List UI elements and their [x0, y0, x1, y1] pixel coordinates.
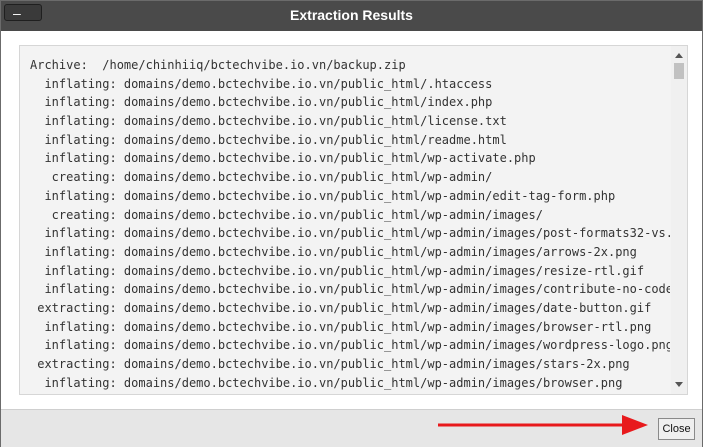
log-line: inflating: domains/demo.bctechvibe.io.vn… [30, 392, 670, 394]
log-line: creating: domains/demo.bctechvibe.io.vn/… [30, 170, 493, 185]
log-line: inflating: domains/demo.bctechvibe.io.vn… [30, 95, 493, 110]
log-line: inflating: domains/demo.bctechvibe.io.vn… [30, 338, 670, 353]
extraction-log-text: Archive: /home/chinhiiq/bctechvibe.io.vn… [30, 56, 670, 394]
log-line: inflating: domains/demo.bctechvibe.io.vn… [30, 188, 616, 203]
log-line: extracting: domains/demo.bctechvibe.io.v… [30, 357, 630, 371]
log-line: inflating: domains/demo.bctechvibe.io.vn… [30, 76, 493, 91]
log-line: extracting: domains/demo.bctechvibe.io.v… [30, 300, 652, 315]
dialog-body: Archive: /home/chinhiiq/bctechvibe.io.vn… [1, 31, 702, 409]
close-button[interactable]: Close [658, 418, 695, 440]
log-line: Archive: /home/chinhiiq/bctechvibe.io.vn… [30, 58, 406, 72]
dialog-titlebar[interactable]: – Extraction Results [1, 1, 702, 31]
log-line: inflating: domains/demo.bctechvibe.io.vn… [30, 375, 623, 390]
dialog-title: Extraction Results [290, 7, 413, 23]
red-arrow-icon [438, 415, 648, 435]
scrollbar-thumb[interactable] [674, 63, 684, 79]
log-line: inflating: domains/demo.bctechvibe.io.vn… [30, 244, 637, 259]
vertical-scrollbar[interactable] [671, 46, 687, 394]
log-line: inflating: domains/demo.bctechvibe.io.vn… [30, 226, 670, 241]
log-line: inflating: domains/demo.bctechvibe.io.vn… [30, 151, 536, 166]
extraction-log-panel[interactable]: Archive: /home/chinhiiq/bctechvibe.io.vn… [19, 45, 688, 395]
log-line: creating: domains/demo.bctechvibe.io.vn/… [30, 207, 543, 222]
scroll-down-icon[interactable] [675, 382, 683, 387]
log-line: inflating: domains/demo.bctechvibe.io.vn… [30, 132, 507, 147]
log-line: inflating: domains/demo.bctechvibe.io.vn… [30, 282, 670, 297]
scroll-up-icon[interactable] [675, 53, 683, 58]
log-line: inflating: domains/demo.bctechvibe.io.vn… [30, 319, 652, 334]
extraction-results-dialog: – Extraction Results Archive: /home/chin… [0, 0, 703, 447]
log-line: inflating: domains/demo.bctechvibe.io.vn… [30, 263, 645, 278]
log-line: inflating: domains/demo.bctechvibe.io.vn… [30, 114, 507, 129]
